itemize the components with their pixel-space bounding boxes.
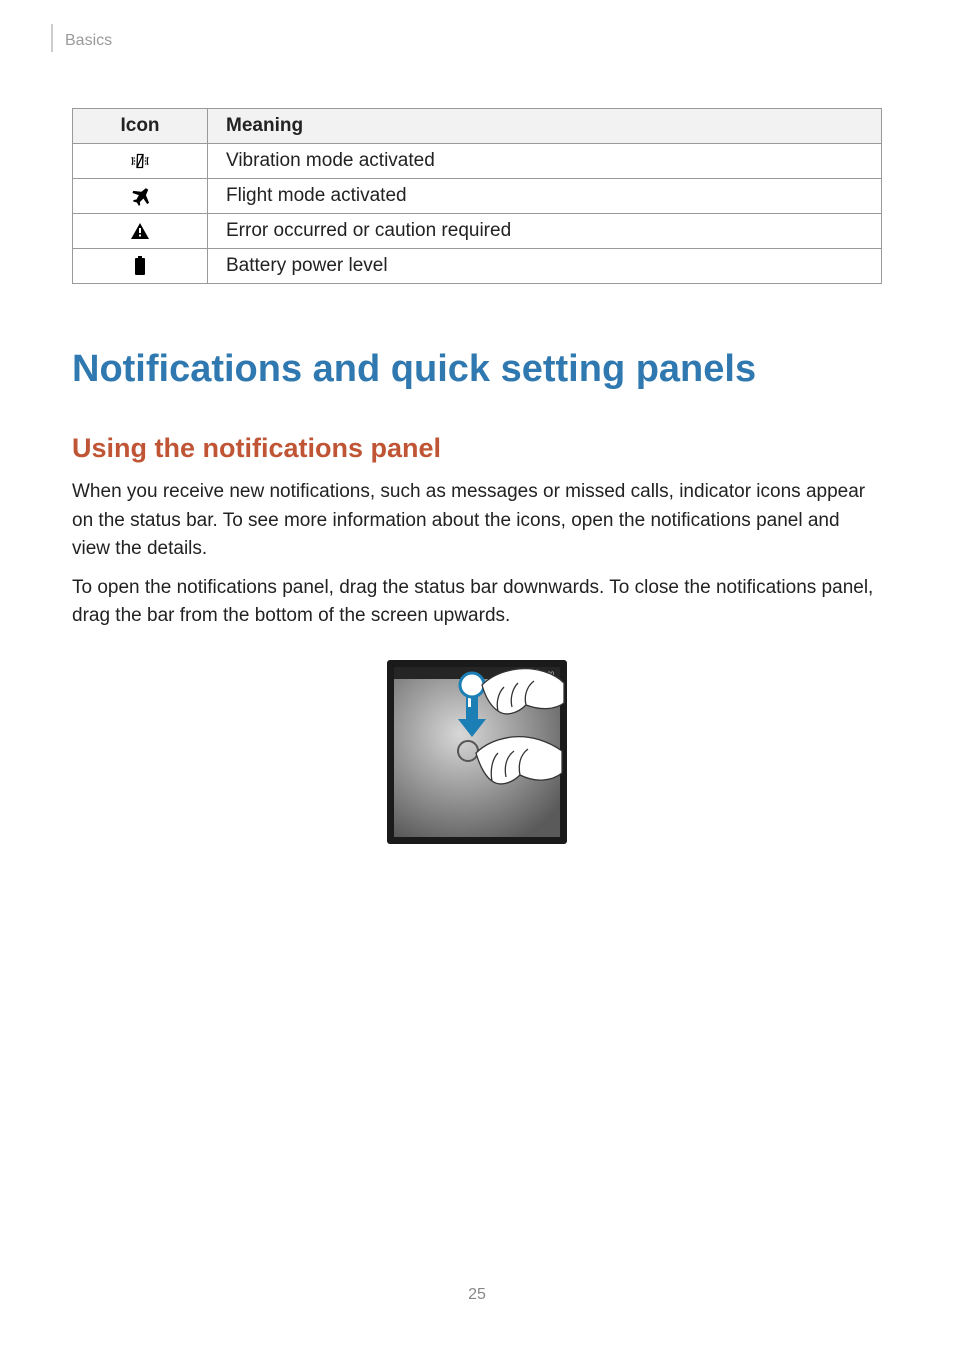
table-row: Battery power level: [73, 249, 882, 284]
table-header-icon: Icon: [73, 109, 208, 144]
table-header-meaning: Meaning: [208, 109, 882, 144]
subsection-title: Using the notifications panel: [72, 433, 882, 464]
table-cell-meaning: Flight mode activated: [208, 179, 882, 214]
table-cell-meaning: Battery power level: [208, 249, 882, 284]
header-divider: [51, 24, 53, 52]
page-number: 25: [0, 1286, 954, 1304]
drag-down-illustration: 10:00: [386, 659, 568, 845]
flight-mode-icon: [73, 179, 208, 214]
body-paragraph: To open the notifications panel, drag th…: [72, 574, 882, 631]
table-cell-meaning: Vibration mode activated: [208, 144, 882, 179]
table-row: Flight mode activated: [73, 179, 882, 214]
table-row: Error occurred or caution required: [73, 214, 882, 249]
body-paragraph: When you receive new notifications, such…: [72, 478, 882, 564]
section-title: Notifications and quick setting panels: [72, 348, 882, 391]
warning-icon: [73, 214, 208, 249]
page-content: Icon Meaning Vibration mode activated: [0, 0, 954, 845]
table-row: Vibration mode activated: [73, 144, 882, 179]
table-cell-meaning: Error occurred or caution required: [208, 214, 882, 249]
battery-icon: [73, 249, 208, 284]
vibration-icon: [73, 144, 208, 179]
icon-meaning-table: Icon Meaning Vibration mode activated: [72, 108, 882, 284]
breadcrumb: Basics: [65, 32, 112, 50]
